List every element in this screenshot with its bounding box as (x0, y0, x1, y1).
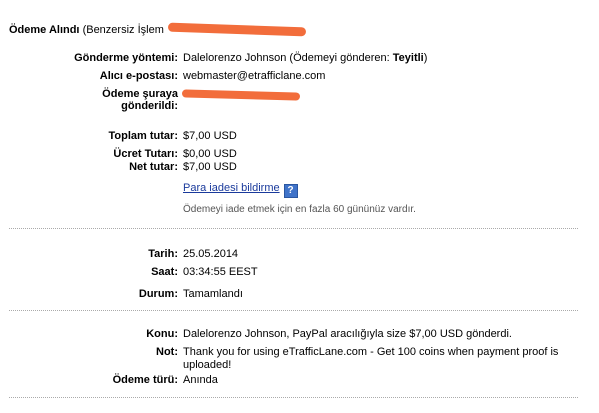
page-title: Ödeme Alındı (Benzersiz İşlem (9, 22, 306, 37)
net-value: $7,00 USD (183, 161, 237, 173)
refund-link[interactable]: Para iadesi bildirme (183, 182, 280, 194)
total-row: Toplam tutar: $7,00 USD (0, 130, 599, 146)
subject-value: Dalelorenzo Johnson, PayPal aracılığıyla… (183, 328, 512, 340)
refund-container: Para iadesi bildirme? (183, 182, 298, 198)
sent-to-row-2: gönderildi: (0, 100, 599, 116)
subject-label: Konu: (146, 328, 178, 340)
note-label: Not: (156, 346, 178, 358)
status-value: Tamamlandı (183, 288, 243, 300)
time-label: Saat: (151, 266, 178, 278)
status-label: Durum: (138, 288, 178, 300)
date-row: Tarih: 25.05.2014 (0, 248, 599, 264)
help-icon[interactable]: ? (283, 184, 298, 198)
divider (9, 397, 578, 398)
divider (9, 310, 578, 311)
payment-type-value: Anında (183, 374, 218, 386)
redaction-mark (167, 22, 306, 37)
note-row: Not: Thank you for using eTrafficLane.co… (0, 346, 599, 374)
recipient-email-label: Alıcı e-postası: (99, 70, 178, 82)
fee-label: Ücret Tutarı: (113, 148, 178, 160)
time-row: Saat: 03:34:55 EEST (0, 266, 599, 282)
total-value: $7,00 USD (183, 130, 237, 142)
divider (9, 228, 578, 229)
fee-value: $0,00 USD (183, 148, 237, 160)
refund-note-row: Ödemeyi iade etmek için en fazla 60 günü… (0, 204, 599, 220)
note-value: Thank you for using eTrafficLane.com - G… (183, 346, 559, 371)
recipient-email-row: Alıcı e-postası: webmaster@etrafficlane.… (0, 70, 599, 86)
payment-type-label: Ödeme türü: (112, 374, 178, 386)
refund-note: Ödemeyi iade etmek için en fazla 60 günü… (183, 204, 416, 215)
sender-name: Dalelorenzo Johnson (Ödemeyi gönderen: (183, 52, 390, 64)
sending-method-row: Gönderme yöntemi: Dalelorenzo Johnson (Ö… (0, 52, 599, 68)
sent-to-label-1: Ödeme şuraya (102, 88, 178, 100)
net-label: Net tutar: (129, 161, 178, 173)
refund-row: Para iadesi bildirme? (0, 182, 599, 198)
time-value: 03:34:55 EEST (183, 266, 258, 278)
status-row: Durum: Tamamlandı (0, 288, 599, 304)
sender-status: Teyitli (392, 52, 424, 64)
total-label: Toplam tutar: (108, 130, 178, 142)
sending-method-value: Dalelorenzo Johnson (Ödemeyi gönderen: T… (183, 52, 427, 64)
sent-to-label-2: gönderildi: (121, 100, 178, 112)
payment-type-row: Ödeme türü: Anında (0, 374, 599, 390)
date-value: 25.05.2014 (183, 248, 239, 260)
sender-suffix: ) (423, 52, 428, 64)
title-text: Ödeme Alındı (9, 24, 80, 36)
unique-id-label: (Benzersiz İşlem (82, 24, 164, 36)
net-row: Net tutar: $7,00 USD (0, 161, 599, 177)
date-label: Tarih: (148, 248, 178, 260)
sending-method-label: Gönderme yöntemi: (74, 52, 178, 64)
recipient-email-value: webmaster@etrafficlane.com (183, 70, 326, 82)
subject-row: Konu: Dalelorenzo Johnson, PayPal aracıl… (0, 328, 599, 344)
